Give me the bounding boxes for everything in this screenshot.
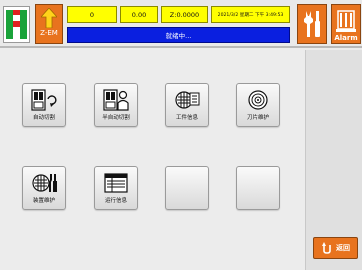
run-info-icon	[104, 173, 128, 193]
z-em-button[interactable]: Z-EM	[35, 4, 63, 44]
arrow-up-icon	[41, 8, 57, 28]
tools-button[interactable]	[297, 4, 327, 44]
empty-button-1[interactable]	[165, 166, 209, 210]
empty-button-2[interactable]	[236, 166, 280, 210]
wrench-screwdriver-icon	[304, 11, 320, 37]
logo-icon	[3, 6, 30, 43]
position-display: 0.00	[120, 6, 158, 23]
semi-auto-cut-label: 半自动切割	[102, 115, 130, 121]
status-message: 就绪中...	[67, 27, 290, 43]
auto-cut-icon	[31, 89, 57, 111]
workpiece-info-button[interactable]: 工件信息	[165, 83, 209, 127]
alarm-button[interactable]: Alarm	[331, 4, 361, 44]
auto-cut-button[interactable]: 自动切割	[22, 83, 66, 127]
workpiece-info-label: 工件信息	[175, 115, 198, 121]
top-bar: Z-EM 0 0.00 Z:0.0000 2021/3/2 星期二 下午 3:4…	[0, 0, 362, 48]
datetime-display: 2021/3/2 星期二 下午 3:49:53	[211, 6, 290, 23]
semi-auto-cut-button[interactable]: 半自动切割	[94, 83, 138, 127]
alarm-lamp-icon	[336, 10, 356, 32]
counter-display: 0	[67, 6, 117, 23]
blade-maintenance-button[interactable]: 刀片维护	[236, 83, 280, 127]
semi-auto-cut-icon	[103, 89, 129, 111]
blade-icon	[248, 90, 268, 110]
return-label: 返回	[336, 244, 350, 252]
device-maintenance-label: 装置维护	[32, 198, 55, 204]
alarm-label: Alarm	[334, 34, 358, 42]
return-button[interactable]: 返回	[313, 237, 358, 259]
return-icon	[322, 242, 331, 254]
device-maintenance-button[interactable]: 装置维护	[22, 166, 66, 210]
z-em-label: Z-EM	[40, 29, 58, 37]
run-info-button[interactable]: 运行信息	[94, 166, 138, 210]
blade-maintenance-label: 刀片维护	[246, 115, 269, 121]
device-maintenance-icon	[32, 174, 57, 192]
run-info-label: 运行信息	[104, 198, 127, 204]
auto-cut-label: 自动切割	[32, 115, 55, 121]
workpiece-info-icon	[175, 91, 200, 109]
z-axis-display: Z:0.0000	[161, 6, 208, 23]
